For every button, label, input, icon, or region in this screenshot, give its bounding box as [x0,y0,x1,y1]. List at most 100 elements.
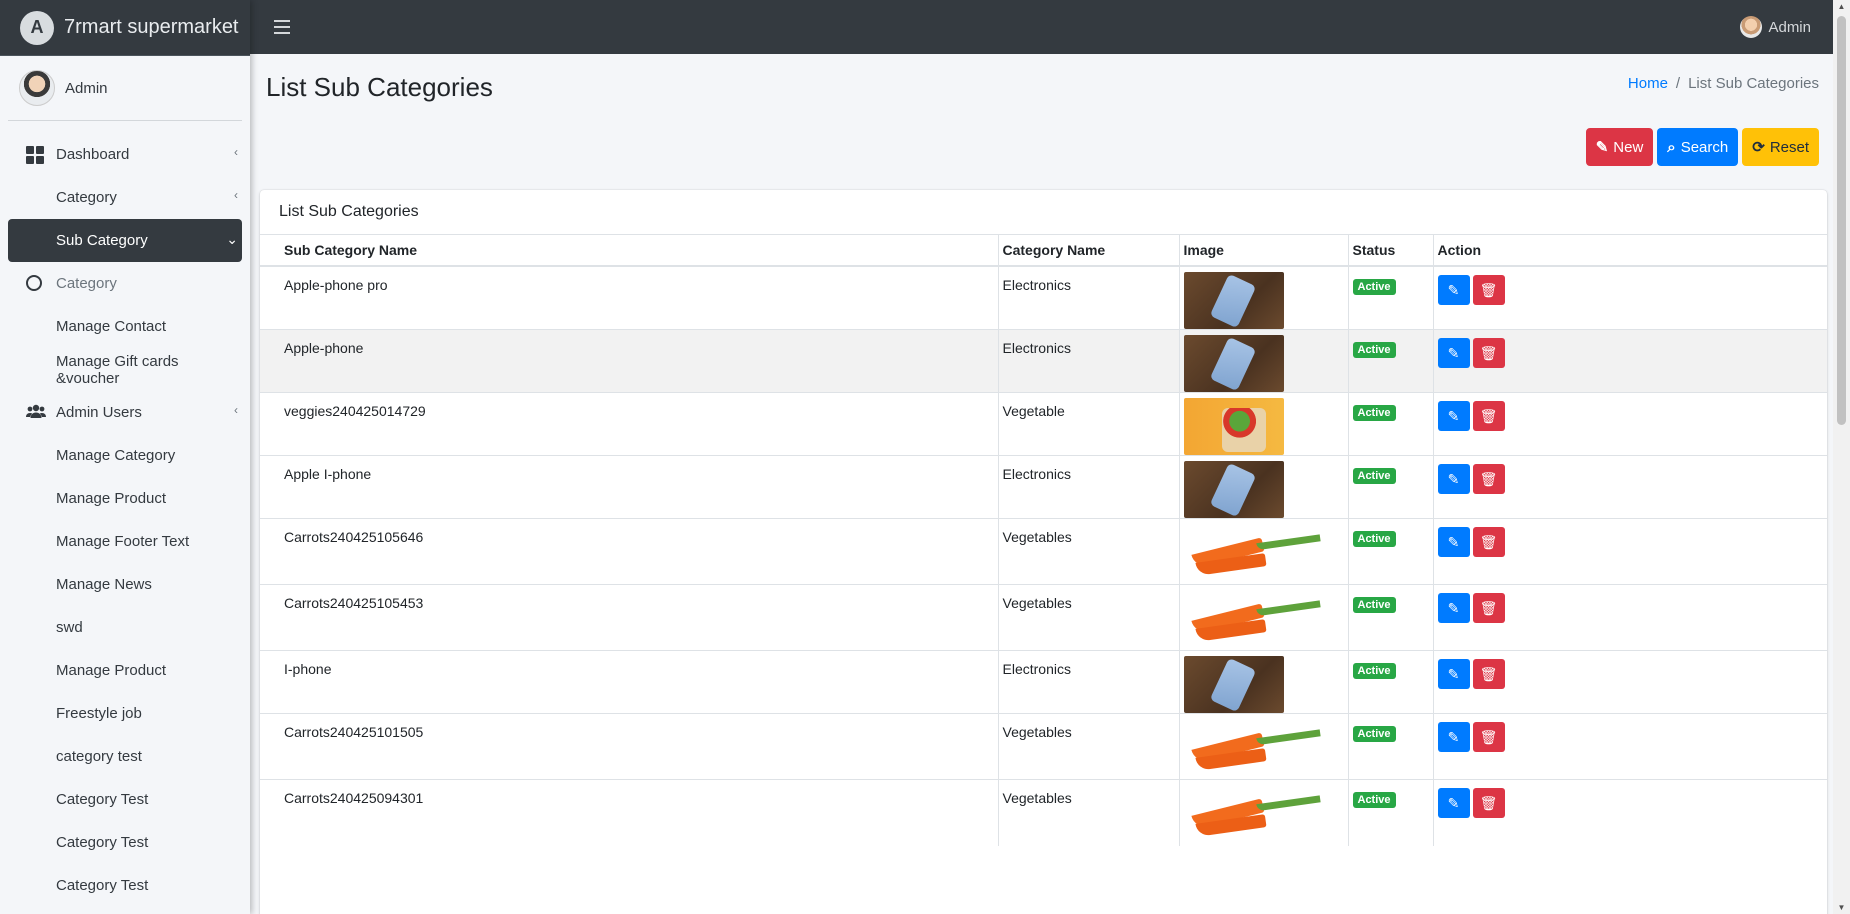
delete-button[interactable]: 🗑 [1472,527,1505,557]
trash-icon: 🗑 [1479,728,1498,745]
avatar [19,70,55,106]
sidebar-item-manage-gift-cards-voucher[interactable]: Manage Gift cards &voucher [8,348,242,391]
status-badge[interactable]: Active [1352,279,1396,295]
edit-button[interactable]: ✎ [1437,464,1470,494]
cell-category-name: Electronics [997,265,1179,330]
edit-icon: ✎ [1447,281,1460,298]
sidebar-item-freestyle-job[interactable]: Freestyle job [8,692,242,735]
status-badge[interactable]: Active [1352,531,1396,547]
user-panel[interactable]: Admin [8,70,242,121]
header-image: Image [1178,235,1348,267]
delete-button[interactable]: 🗑 [1472,593,1505,623]
trash-icon: 🗑 [1479,470,1498,487]
status-badge[interactable]: Active [1352,468,1396,484]
status-badge[interactable]: Active [1352,405,1396,421]
cell-status: Active [1347,779,1433,846]
chevron-left-icon: ‹ [234,145,238,159]
sidebar-item-manage-news[interactable]: Manage News [8,563,242,606]
list-card: List Sub Categories Sub Category Name Ca… [260,190,1827,914]
sidebar-item-label: category test [56,748,142,765]
status-badge[interactable]: Active [1352,792,1396,808]
refresh-icon: ⟳ [1752,139,1765,156]
delete-button[interactable]: 🗑 [1472,275,1505,305]
trash-icon: 🗑 [1479,344,1498,361]
scroll-up-icon[interactable]: ▲ [1837,2,1846,11]
cell-image [1178,584,1348,651]
user-avatar-icon [1740,16,1763,38]
cell-category-name: Vegetables [997,518,1179,585]
edit-button[interactable]: ✎ [1437,527,1470,557]
trash-icon: 🗑 [1479,794,1498,811]
edit-icon: ✎ [1447,470,1460,487]
chevron-left-icon: ‹ [234,403,238,417]
page-scrollbar[interactable]: ▲ ▼ [1833,0,1850,914]
delete-button[interactable]: 🗑 [1472,788,1505,818]
cell-sub-category-name: Apple I-phone [260,455,998,519]
sidebar-item-category-test[interactable]: Category Test [8,864,242,907]
sidebar-item-dashboard[interactable]: Dashboard ‹ [8,133,242,176]
status-badge[interactable]: Active [1352,726,1396,742]
edit-icon: ✎ [1447,407,1460,424]
status-badge[interactable]: Active [1352,663,1396,679]
sidebar-item-manage-category[interactable]: Manage Category [8,434,242,477]
edit-button[interactable]: ✎ [1437,722,1470,752]
sidebar-item-category[interactable]: Category [8,262,242,305]
product-image [1183,785,1284,842]
top-user-menu[interactable]: Admin [1740,16,1811,38]
delete-button[interactable]: 🗑 [1472,338,1505,368]
cell-category-name: Electronics [997,329,1179,393]
cell-action: ✎ 🗑 [1432,584,1827,651]
product-image [1183,461,1284,518]
sidebar-nav: Dashboard ‹ Category ‹ Sub Category ⌄ Category… [0,133,250,907]
status-badge[interactable]: Active [1352,342,1396,358]
brand-link[interactable]: A 7rmart supermarket [0,0,250,56]
delete-button[interactable]: 🗑 [1472,722,1505,752]
cell-category-name: Vegetables [997,713,1179,780]
sidebar-item-sub-category[interactable]: Sub Category ⌄ [8,219,242,262]
sidebar-item-manage-product[interactable]: Manage Product [8,477,242,520]
sidebar-item-manage-product[interactable]: Manage Product [8,649,242,692]
edit-button[interactable]: ✎ [1437,659,1470,689]
sidebar-item-category-test[interactable]: category test [8,735,242,778]
table-header-row: Sub Category Name Category Name Image St… [260,235,1827,267]
product-image [1183,656,1284,713]
edit-icon: ✎ [1447,794,1460,811]
search-icon: ⌕ [1667,138,1676,156]
edit-button[interactable]: ✎ [1437,338,1470,368]
sidebar-item-category[interactable]: Category ‹ [8,176,242,219]
sidebar-item-category-test[interactable]: Category Test [8,778,242,821]
sidebar-item-manage-footer-text[interactable]: Manage Footer Text [8,520,242,563]
edit-icon: ✎ [1447,344,1460,361]
sub-categories-table: Sub Category Name Category Name Image St… [260,235,1827,846]
scroll-down-icon[interactable]: ▼ [1837,903,1846,912]
scroll-thumb[interactable] [1837,16,1846,425]
cell-status: Active [1347,713,1433,780]
table-row: Carrots240425101505 Vegetables Active ✎ 🗑 [260,713,1827,780]
sidebar-user-name[interactable]: Admin [65,80,108,97]
edit-button[interactable]: ✎ [1437,788,1470,818]
sidebar-item-label: Manage Gift cards &voucher [56,352,179,387]
cell-sub-category-name: Apple-phone pro [260,265,998,330]
cell-category-name: Vegetable [997,392,1179,456]
search-button[interactable]: ⌕ Search [1657,128,1739,166]
edit-button[interactable]: ✎ [1437,275,1470,305]
sidebar-item-label: Manage Contact [56,318,167,335]
delete-button[interactable]: 🗑 [1472,464,1505,494]
cell-action: ✎ 🗑 [1432,779,1827,846]
status-badge[interactable]: Active [1352,597,1396,613]
delete-button[interactable]: 🗑 [1472,401,1505,431]
delete-button[interactable]: 🗑 [1472,659,1505,689]
edit-button[interactable]: ✎ [1437,593,1470,623]
cell-status: Active [1347,329,1433,393]
sidebar-item-category-test[interactable]: Category Test [8,821,242,864]
edit-button[interactable]: ✎ [1437,401,1470,431]
reset-button[interactable]: ⟳ Reset [1742,128,1819,166]
sidebar-item-manage-contact[interactable]: Manage Contact [8,305,242,348]
hamburger-menu-icon[interactable] [274,20,290,34]
search-button-label: Search [1680,138,1729,156]
new-button[interactable]: ✎ New [1585,128,1654,166]
sidebar-item-swd[interactable]: swd [8,606,242,649]
breadcrumb-home[interactable]: Home [1628,75,1668,92]
sidebar-item-admin-users[interactable]: Admin Users ‹ [8,391,242,434]
table-row: veggies240425014729 Vegetable Active ✎ 🗑 [260,392,1827,456]
